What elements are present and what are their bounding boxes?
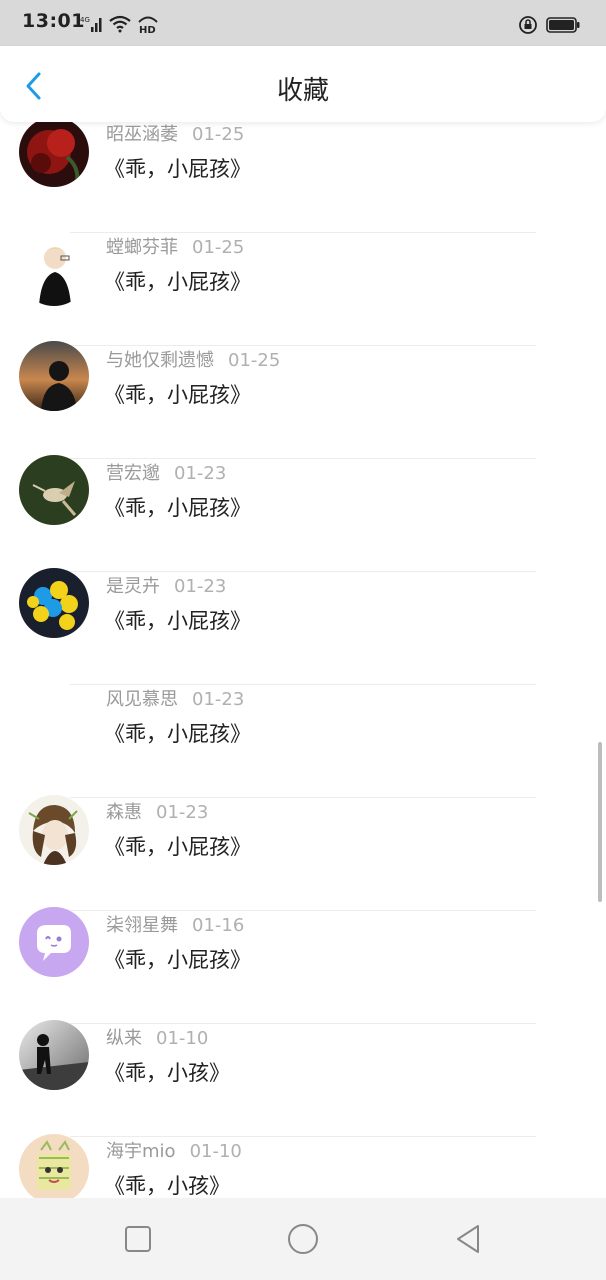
list-item[interactable]: 是灵卉 01-23 《乖，小屁孩》 xyxy=(0,568,606,685)
user-name: 是灵卉 xyxy=(106,576,160,597)
system-nav-bar xyxy=(0,1198,606,1280)
balloons-avatar xyxy=(19,568,89,638)
list-item[interactable]: 昭巫涵萎 01-25 《乖，小屁孩》 xyxy=(0,117,606,233)
item-title: 《乖，小屁孩》 xyxy=(104,157,251,181)
item-meta: 与她仅剩遗憾 01-25 xyxy=(106,346,280,372)
favorites-list: 昭巫涵萎 01-25 《乖，小屁孩》 螳螂芬菲 01-25 《乖，小屁孩》 与她… xyxy=(0,110,606,1198)
cartoon-avatar xyxy=(19,1134,89,1198)
list-item[interactable]: 风见慕思 01-23 《乖，小屁孩》 xyxy=(0,685,606,798)
recent-apps-button[interactable] xyxy=(121,1222,155,1256)
item-date: 01-25 xyxy=(192,124,245,145)
user-name: 螳螂芬菲 xyxy=(106,237,178,258)
list-item[interactable]: 海宇mio 01-10 《乖，小孩》 xyxy=(0,1134,606,1198)
item-title: 《乖，小屁孩》 xyxy=(104,383,251,407)
bw-figure-avatar xyxy=(19,1020,89,1090)
home-button[interactable] xyxy=(286,1222,320,1256)
item-title: 《乖，小屁孩》 xyxy=(104,270,251,294)
status-bar: 13:01 4G HD xyxy=(0,0,606,46)
item-meta: 营宏邈 01-23 xyxy=(106,459,226,485)
header-bar: 收藏 xyxy=(0,46,606,122)
item-meta: 森惠 01-23 xyxy=(106,798,208,824)
signal-icon: 4G xyxy=(80,16,102,32)
item-meta: 柒翎星舞 01-16 xyxy=(106,911,244,937)
user-name: 森惠 xyxy=(106,802,142,823)
user-name: 柒翎星舞 xyxy=(106,915,178,936)
item-title: 《乖，小孩》 xyxy=(104,1174,230,1198)
item-meta: 风见慕思 01-23 xyxy=(106,685,244,711)
item-meta: 螳螂芬菲 01-25 xyxy=(106,233,244,259)
item-meta: 是灵卉 01-23 xyxy=(106,572,226,598)
user-name: 与她仅剩遗憾 xyxy=(106,350,214,371)
hummingbird-avatar xyxy=(19,455,89,525)
item-title: 《乖，小孩》 xyxy=(104,1061,230,1085)
item-meta: 纵来 01-10 xyxy=(106,1024,208,1050)
item-date: 01-25 xyxy=(228,350,281,371)
square-icon xyxy=(125,1226,151,1252)
system-back-button[interactable] xyxy=(452,1222,486,1256)
item-date: 01-23 xyxy=(156,802,209,823)
list-item[interactable]: 纵来 01-10 《乖，小孩》 xyxy=(0,1020,606,1137)
status-time: 13:01 xyxy=(22,10,85,32)
red-flower-avatar xyxy=(19,117,89,187)
item-date: 01-10 xyxy=(189,1141,242,1162)
user-name: 营宏邈 xyxy=(106,463,160,484)
battery-icon xyxy=(546,17,580,33)
item-title: 《乖，小屁孩》 xyxy=(104,835,251,859)
network-type-label: 4G xyxy=(80,16,90,24)
status-icons-left: 4G HD xyxy=(80,14,160,34)
hd-label: HD xyxy=(139,25,156,34)
scrollbar[interactable] xyxy=(598,742,602,902)
hd-call-icon: HD xyxy=(138,16,158,34)
list-item[interactable]: 森惠 01-23 《乖，小屁孩》 xyxy=(0,795,606,911)
item-title: 《乖，小屁孩》 xyxy=(104,722,251,746)
list-item[interactable]: 螳螂芬菲 01-25 《乖，小屁孩》 xyxy=(0,233,606,346)
page-title: 收藏 xyxy=(276,76,329,106)
user-name: 昭巫涵萎 xyxy=(106,124,178,145)
anime-girl-avatar xyxy=(19,795,89,865)
wifi-icon xyxy=(109,15,131,33)
item-meta: 昭巫涵萎 01-25 xyxy=(106,120,244,146)
chat-bubble-avatar xyxy=(19,907,89,977)
list-item[interactable]: 营宏邈 01-23 《乖，小屁孩》 xyxy=(0,455,606,572)
item-date: 01-23 xyxy=(174,576,227,597)
item-title: 《乖，小屁孩》 xyxy=(104,609,251,633)
list-item[interactable]: 与她仅剩遗憾 01-25 《乖，小屁孩》 xyxy=(0,341,606,459)
status-icons-right xyxy=(518,15,580,35)
item-title: 《乖，小屁孩》 xyxy=(104,948,251,972)
item-title: 《乖，小屁孩》 xyxy=(104,496,251,520)
item-date: 01-25 xyxy=(192,237,245,258)
lock-rotation-icon xyxy=(519,16,537,34)
triangle-left-icon xyxy=(457,1225,479,1253)
anime-boy-avatar xyxy=(19,236,89,306)
user-name: 海宇mio xyxy=(106,1141,176,1162)
item-date: 01-23 xyxy=(174,463,227,484)
circle-icon xyxy=(288,1224,318,1254)
item-date: 01-10 xyxy=(156,1028,209,1049)
list-item[interactable]: 柒翎星舞 01-16 《乖，小屁孩》 xyxy=(0,907,606,1024)
item-date: 01-23 xyxy=(192,689,245,710)
sunset-silhouette-avatar xyxy=(19,341,89,411)
item-date: 01-16 xyxy=(192,915,245,936)
item-meta: 海宇mio 01-10 xyxy=(106,1137,242,1163)
user-name: 风见慕思 xyxy=(106,689,178,710)
user-name: 纵来 xyxy=(106,1028,142,1049)
